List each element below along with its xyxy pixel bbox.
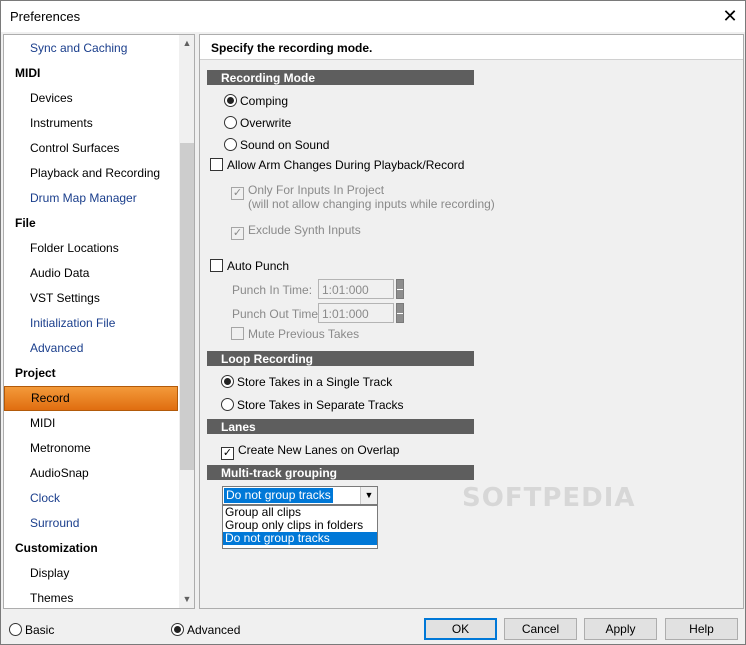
radio-off-icon	[221, 398, 234, 411]
scroll-thumb[interactable]	[180, 143, 194, 470]
radio-single-track[interactable]: Store Takes in a Single Track	[221, 375, 392, 389]
only-inputs-note: (will not allow changing inputs while re…	[248, 197, 495, 211]
section-recording-mode: Recording Mode	[207, 70, 474, 85]
punch-in-spinner[interactable]	[396, 279, 404, 299]
checkbox-icon	[210, 259, 223, 272]
punch-out-label: Punch Out Time:	[232, 307, 322, 321]
tree-item[interactable]: MIDI	[4, 411, 178, 436]
window-title: Preferences	[10, 9, 81, 24]
tree-item[interactable]: Devices	[4, 86, 178, 111]
tree-item[interactable]: Drum Map Manager	[4, 186, 178, 211]
exclude-synth-label: Exclude Synth Inputs	[248, 223, 361, 237]
punch-out-spinner[interactable]	[396, 303, 404, 323]
tree-item[interactable]: Themes	[4, 586, 178, 608]
watermark: SOFTPEDIA	[462, 483, 636, 513]
checkmark-icon: ✓	[231, 227, 244, 240]
checkbox-icon	[210, 158, 223, 171]
grouping-option[interactable]: Do not group tracks	[223, 532, 377, 545]
checkmark-icon: ✓	[231, 187, 244, 200]
checkbox-allow-arm[interactable]: Allow Arm Changes During Playback/Record	[210, 158, 464, 172]
radio-off-icon	[9, 623, 22, 636]
tree-item[interactable]: Folder Locations	[4, 236, 178, 261]
tree-category[interactable]: Project	[4, 361, 178, 386]
tree-item[interactable]: Sync and Caching	[4, 36, 178, 61]
radio-on-icon	[221, 375, 234, 388]
radio-off-icon	[224, 116, 237, 129]
grouping-options: Group all clips Group only clips in fold…	[222, 505, 378, 549]
section-lanes: Lanes	[207, 419, 474, 434]
punch-in-label: Punch In Time:	[232, 283, 313, 297]
help-button[interactable]: Help	[665, 618, 738, 640]
radio-separate-tracks[interactable]: Store Takes in Separate Tracks	[221, 398, 404, 412]
advanced-label: Advanced	[187, 623, 241, 637]
radio-off-icon	[224, 138, 237, 151]
only-inputs-label: Only For Inputs In Project	[248, 183, 385, 197]
tree-item[interactable]: Audio Data	[4, 261, 178, 286]
radio-overwrite[interactable]: Overwrite	[224, 116, 291, 130]
title-bar: Preferences ✕	[1, 1, 745, 32]
checkbox-create-lanes[interactable]: ✓ Create New Lanes on Overlap	[221, 443, 399, 460]
scroll-up-icon[interactable]: ▲	[179, 35, 194, 52]
panel-header: Specify the recording mode.	[200, 35, 743, 60]
close-icon[interactable]: ✕	[715, 1, 745, 31]
radio-comping-label: Comping	[240, 94, 289, 108]
tree-item[interactable]: Record	[4, 386, 178, 411]
radio-basic[interactable]: Basic	[9, 623, 54, 637]
tree-item[interactable]: Clock	[4, 486, 178, 511]
radio-overwrite-label: Overwrite	[240, 116, 292, 130]
radio-sound-on-sound[interactable]: Sound on Sound	[224, 138, 329, 152]
ok-button[interactable]: OK	[424, 618, 497, 640]
scroll-down-icon[interactable]: ▼	[179, 591, 194, 608]
tree-item[interactable]: Control Surfaces	[4, 136, 178, 161]
punch-out-field[interactable]: 1:01:000	[318, 303, 394, 323]
tree-item[interactable]: Metronome	[4, 436, 178, 461]
chevron-down-icon[interactable]: ▼	[360, 487, 377, 504]
section-multitrack-grouping: Multi-track grouping	[207, 465, 474, 480]
create-lanes-label: Create New Lanes on Overlap	[238, 443, 400, 457]
mute-previous-label: Mute Previous Takes	[248, 327, 360, 341]
radio-advanced[interactable]: Advanced	[171, 623, 240, 637]
section-loop-recording: Loop Recording	[207, 351, 474, 366]
tree-item[interactable]: Advanced	[4, 336, 178, 361]
basic-label: Basic	[25, 623, 55, 637]
separate-tracks-label: Store Takes in Separate Tracks	[237, 398, 404, 412]
tree-category[interactable]: Customization	[4, 536, 178, 561]
tree-item[interactable]: VST Settings	[4, 286, 178, 311]
tree-item[interactable]: Display	[4, 561, 178, 586]
category-tree: Sync and Caching MIDI Devices Instruments Co…	[3, 34, 195, 609]
single-track-label: Store Takes in a Single Track	[237, 375, 393, 389]
radio-sound-on-sound-label: Sound on Sound	[240, 138, 330, 152]
tree-item[interactable]: Playback and Recording	[4, 161, 178, 186]
apply-button[interactable]: Apply	[584, 618, 657, 640]
tree-scrollbar[interactable]: ▲ ▼	[179, 35, 194, 608]
checkbox-exclude-synth[interactable]: ✓ Exclude Synth Inputs	[231, 223, 361, 240]
grouping-dropdown[interactable]: Do not group tracks ▼	[222, 486, 378, 505]
checkbox-icon	[231, 327, 244, 340]
radio-comping[interactable]: Comping	[224, 94, 288, 108]
tree-item[interactable]: Instruments	[4, 111, 178, 136]
preferences-dialog: Preferences ✕ Sync and Caching MIDI Device…	[0, 0, 746, 645]
punch-in-field[interactable]: 1:01:000	[318, 279, 394, 299]
checkbox-mute-previous[interactable]: Mute Previous Takes	[231, 327, 359, 341]
cancel-button[interactable]: Cancel	[504, 618, 577, 640]
grouping-selected: Do not group tracks	[224, 488, 333, 503]
tree-item[interactable]: Surround	[4, 511, 178, 536]
auto-punch-label: Auto Punch	[227, 259, 290, 273]
checkmark-icon: ✓	[221, 447, 234, 460]
tree-category[interactable]: MIDI	[4, 61, 178, 86]
tree-item[interactable]: AudioSnap	[4, 461, 178, 486]
tree-item[interactable]: Initialization File	[4, 311, 178, 336]
radio-on-icon	[171, 623, 184, 636]
radio-on-icon	[224, 94, 237, 107]
tree-category[interactable]: File	[4, 211, 178, 236]
tree-list: Sync and Caching MIDI Devices Instruments Co…	[4, 36, 178, 608]
settings-panel: Specify the recording mode. Recording Mo…	[199, 34, 744, 609]
checkbox-auto-punch[interactable]: Auto Punch	[210, 259, 289, 273]
allow-arm-label: Allow Arm Changes During Playback/Record	[227, 158, 465, 172]
